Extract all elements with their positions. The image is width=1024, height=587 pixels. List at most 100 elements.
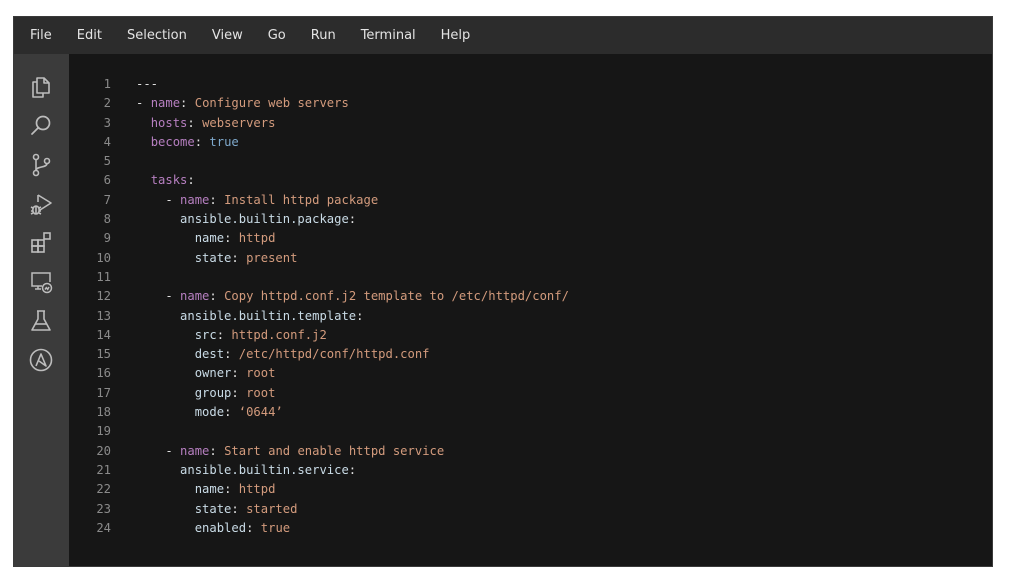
code-line[interactable]: 12 - name: Copy httpd.conf.j2 template t…: [69, 287, 569, 306]
line-number: 23: [96, 501, 111, 516]
code-line[interactable]: 2 - name: Configure web servers: [69, 94, 569, 113]
yaml-value: httpd.conf.j2: [231, 327, 327, 342]
yaml-punctuation: :: [231, 385, 247, 400]
yaml-key: mode: [194, 405, 225, 420]
code-line[interactable]: 4 become: true: [69, 133, 569, 152]
code-line[interactable]: 3 hosts: webservers: [69, 114, 569, 133]
code-line[interactable]: 23 state: started: [69, 500, 569, 519]
remote-explorer-icon[interactable]: [28, 269, 54, 295]
code-line[interactable]: 6 tasks:: [69, 171, 569, 190]
yaml-key: tasks: [150, 173, 188, 188]
yaml-value: started: [246, 501, 298, 516]
code-text: ansible.builtin.package:: [136, 212, 356, 226]
yaml-punctuation: [136, 482, 195, 496]
line-number: 6: [103, 173, 111, 188]
line-number: 19: [96, 424, 111, 439]
code-text: enabled: true: [136, 521, 290, 535]
testing-icon[interactable]: [28, 308, 54, 334]
yaml-key: src: [194, 327, 217, 342]
code-text: - name: Copy httpd.conf.j2 template to /…: [136, 289, 569, 303]
line-number: 16: [96, 366, 111, 381]
yaml-key: dest: [194, 347, 225, 362]
yaml-key: ansible.builtin.template: [180, 308, 357, 323]
menu-file[interactable]: File: [30, 28, 52, 43]
code-text: mode: ‘0644’: [136, 405, 283, 419]
code-line[interactable]: 15 dest: /etc/httpd/conf/httpd.conf: [69, 345, 569, 364]
line-number: 2: [103, 96, 111, 111]
yaml-punctuation: [136, 328, 195, 342]
yaml-punctuation: [136, 173, 151, 187]
yaml-value: root: [246, 366, 276, 381]
yaml-punctuation: [136, 347, 195, 361]
code-line[interactable]: 10 state: present: [69, 249, 569, 268]
yaml-punctuation: [136, 521, 195, 535]
code-line[interactable]: 22 name: httpd: [69, 480, 569, 499]
yaml-key: enabled: [194, 520, 247, 535]
yaml-punctuation: [136, 309, 180, 323]
menu-help[interactable]: Help: [441, 28, 471, 43]
code-line[interactable]: 14 src: httpd.conf.j2: [69, 326, 569, 345]
line-number: 18: [96, 405, 111, 420]
code-line[interactable]: 20 - name: Start and enable httpd servic…: [69, 442, 569, 461]
code-line[interactable]: 13 ansible.builtin.template:: [69, 307, 569, 326]
line-number: 11: [96, 269, 111, 284]
code-line[interactable]: 8 ansible.builtin.package:: [69, 210, 569, 229]
yaml-punctuation: -: [136, 96, 151, 111]
yaml-value: present: [246, 250, 298, 265]
yaml-punctuation: :: [231, 250, 247, 265]
code-line[interactable]: 11: [69, 268, 569, 287]
yaml-punctuation: :: [187, 115, 203, 130]
yaml-punctuation: :: [209, 192, 225, 207]
explorer-icon[interactable]: [28, 74, 54, 100]
menu-selection[interactable]: Selection: [127, 28, 187, 43]
code-editor[interactable]: 1 --- 2- name: Configure web servers 3 host…: [69, 54, 992, 566]
line-number: 21: [96, 462, 111, 477]
yaml-value: Copy httpd.conf.j2 template to /etc/http…: [224, 289, 569, 304]
code-text: state: started: [136, 501, 298, 516]
yaml-value: true: [260, 520, 291, 535]
menu-terminal[interactable]: Terminal: [361, 28, 416, 43]
code-text: - name: Install httpd package: [136, 193, 378, 207]
yaml-value: true: [209, 134, 239, 149]
code-line[interactable]: 1 ---: [69, 75, 569, 94]
code-line[interactable]: 18 mode: ‘0644’: [69, 403, 569, 422]
yaml-punctuation: :: [224, 231, 239, 246]
line-number: 15: [96, 347, 111, 362]
yaml-punctuation: :: [209, 443, 225, 458]
menu-view[interactable]: View: [212, 28, 243, 43]
code-text: name: httpd: [136, 231, 276, 246]
code-line[interactable]: 21 ansible.builtin.service:: [69, 461, 569, 480]
yaml-punctuation: :: [356, 308, 364, 323]
line-number: 4: [103, 134, 111, 149]
search-icon[interactable]: [28, 113, 54, 139]
extensions-icon[interactable]: [28, 230, 54, 256]
line-number: 20: [96, 443, 111, 458]
editor-window: File Edit Selection View Go Run Terminal…: [13, 16, 993, 567]
yaml-punctuation: [136, 231, 195, 245]
menu-edit[interactable]: Edit: [77, 28, 102, 43]
menu-go[interactable]: Go: [268, 28, 286, 43]
menu-run[interactable]: Run: [311, 28, 336, 43]
yaml-punctuation: :: [187, 173, 195, 188]
yaml-key: state: [194, 250, 232, 265]
line-number: 1: [103, 77, 111, 91]
ansible-icon[interactable]: [28, 347, 54, 373]
run-debug-icon[interactable]: [28, 191, 54, 217]
source-control-icon[interactable]: [28, 152, 54, 178]
yaml-punctuation: :: [231, 501, 247, 516]
code-line[interactable]: 5: [69, 152, 569, 171]
menu-bar: File Edit Selection View Go Run Terminal…: [14, 17, 992, 55]
yaml-punctuation: :: [224, 482, 239, 497]
yaml-punctuation: ---: [136, 77, 159, 91]
line-number: 14: [96, 327, 111, 342]
code-line[interactable]: 7 - name: Install httpd package: [69, 191, 569, 210]
code-line[interactable]: 9 name: httpd: [69, 229, 569, 248]
code-line[interactable]: 17 group: root: [69, 384, 569, 403]
code-line[interactable]: 24 enabled: true: [69, 519, 569, 538]
code-text: ---: [136, 77, 158, 91]
code-line[interactable]: 16 owner: root: [69, 364, 569, 383]
code-text: state: present: [136, 250, 298, 265]
yaml-punctuation: -: [136, 192, 181, 207]
code-text: group: root: [136, 385, 276, 400]
code-line[interactable]: 19: [69, 422, 569, 441]
